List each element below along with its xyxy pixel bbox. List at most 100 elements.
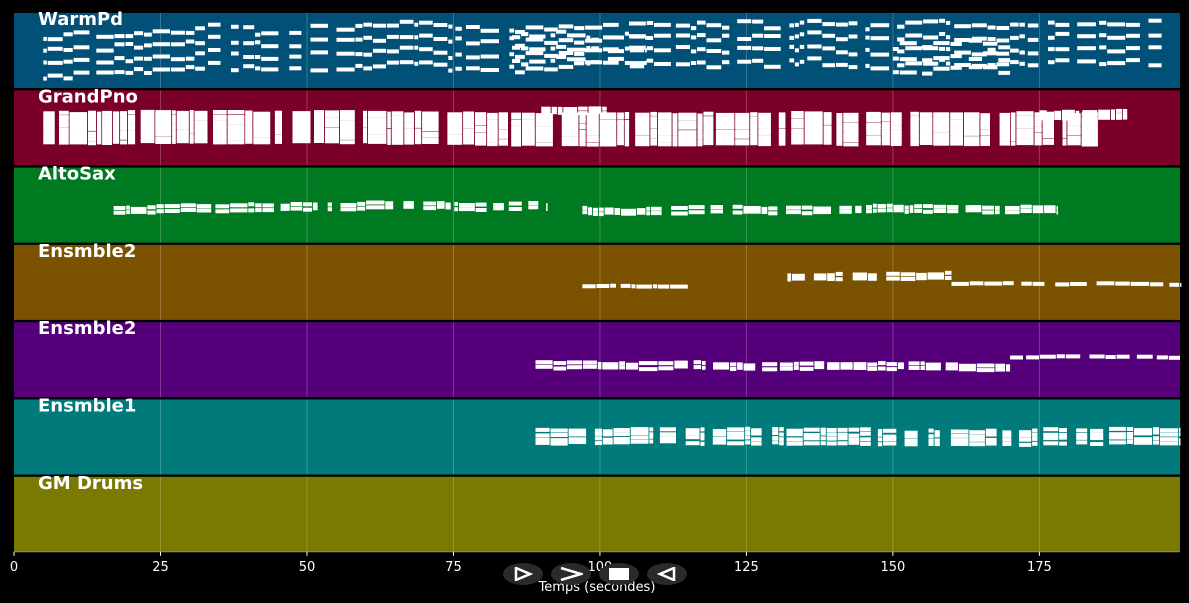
- note: [813, 273, 827, 278]
- stop-button[interactable]: [599, 563, 639, 585]
- note: [793, 361, 799, 366]
- note: [624, 112, 630, 116]
- note: [645, 60, 647, 65]
- note: [905, 33, 923, 38]
- note: [372, 48, 386, 53]
- note: [419, 33, 433, 38]
- note: [102, 114, 112, 119]
- note: [636, 284, 652, 289]
- note: [658, 361, 674, 366]
- note: [737, 45, 752, 50]
- note: [1010, 118, 1016, 123]
- note: [837, 427, 848, 432]
- note: [508, 201, 522, 206]
- note: [1115, 113, 1123, 118]
- note: [280, 203, 290, 208]
- note: [558, 38, 574, 43]
- note: [274, 117, 282, 122]
- note: [602, 362, 619, 367]
- note: [985, 441, 997, 446]
- note: [1002, 442, 1012, 446]
- note: [1077, 46, 1096, 51]
- note: [791, 118, 804, 123]
- note: [999, 118, 1010, 123]
- note: [922, 71, 933, 76]
- note: [535, 433, 550, 438]
- note: [586, 61, 591, 66]
- note: [690, 49, 697, 54]
- note: [340, 123, 355, 128]
- note: [910, 115, 919, 120]
- note: [619, 365, 626, 370]
- note: [646, 58, 654, 63]
- note: [170, 42, 185, 47]
- note: [544, 27, 558, 32]
- note: [535, 142, 553, 147]
- note: [594, 441, 602, 446]
- note: [1109, 432, 1126, 437]
- note: [919, 112, 933, 117]
- note: [255, 208, 262, 213]
- note: [768, 206, 778, 211]
- note: [624, 61, 629, 65]
- note: [213, 120, 227, 125]
- note: [630, 439, 649, 444]
- track-background: [14, 476, 1180, 552]
- note: [933, 209, 947, 213]
- note: [43, 60, 47, 65]
- note: [908, 366, 920, 370]
- note: [1062, 128, 1067, 133]
- note: [448, 56, 453, 60]
- note: [433, 23, 448, 27]
- note: [712, 436, 727, 441]
- note: [706, 65, 722, 70]
- note: [274, 124, 282, 129]
- note: [604, 207, 614, 212]
- note: [1044, 205, 1056, 210]
- previous-button[interactable]: [647, 563, 687, 585]
- note: [1126, 58, 1140, 63]
- note: [172, 124, 176, 129]
- note: [751, 441, 762, 446]
- note: [459, 203, 475, 207]
- note: [794, 22, 799, 27]
- note: [1107, 35, 1126, 40]
- note: [860, 427, 871, 432]
- note: [96, 131, 102, 136]
- note: [886, 276, 900, 281]
- play-button[interactable]: [503, 563, 543, 585]
- note: [840, 365, 853, 370]
- note: [245, 110, 253, 115]
- note: [1099, 33, 1107, 38]
- note: [646, 36, 654, 40]
- note: [920, 361, 925, 366]
- note: [779, 427, 784, 432]
- note: [172, 130, 176, 135]
- note: [422, 115, 439, 120]
- note: [550, 433, 568, 437]
- note: [433, 37, 448, 41]
- note: [1055, 58, 1070, 63]
- note: [827, 362, 840, 367]
- note: [678, 112, 697, 117]
- note: [96, 70, 114, 75]
- note: [227, 130, 245, 135]
- note: [685, 428, 700, 433]
- note: [1081, 132, 1098, 137]
- note: [651, 206, 662, 211]
- note: [837, 441, 848, 446]
- note: [697, 113, 703, 118]
- note: [836, 22, 848, 27]
- note: [404, 128, 414, 133]
- note: [657, 119, 672, 124]
- note: [881, 141, 890, 146]
- note: [215, 209, 230, 214]
- note: [1019, 430, 1032, 435]
- note: [336, 51, 355, 56]
- next-button[interactable]: [551, 563, 591, 585]
- note: [923, 204, 933, 209]
- note: [881, 122, 890, 126]
- note: [43, 124, 55, 129]
- note: [1016, 128, 1034, 133]
- note: [866, 205, 872, 209]
